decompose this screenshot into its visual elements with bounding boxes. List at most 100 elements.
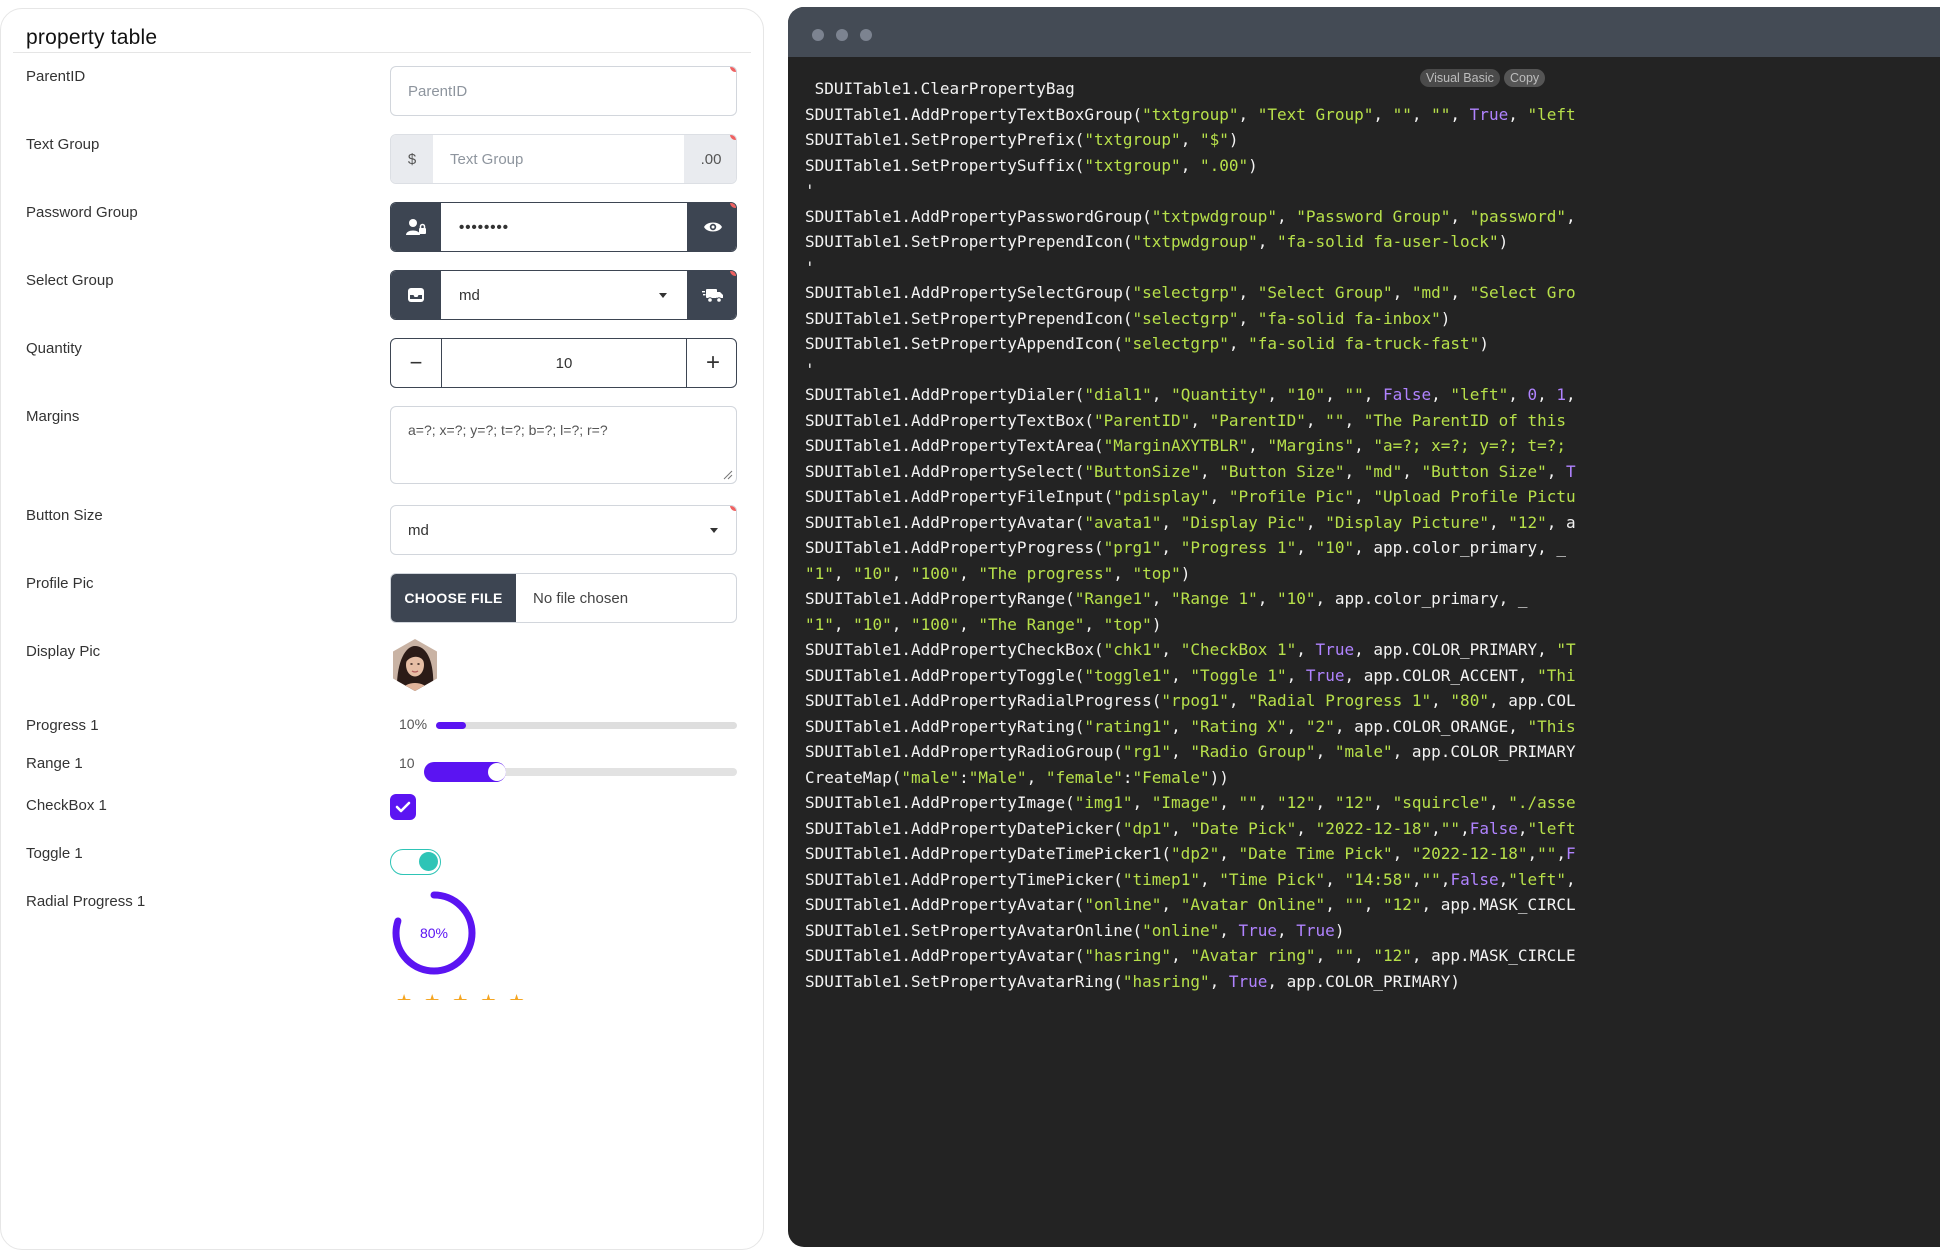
code-line: SDUITable1.SetPropertyAvatarOnline("onli… bbox=[805, 920, 1345, 940]
code-line: SDUITable1.AddPropertyCheckBox("chk1", "… bbox=[805, 640, 1576, 659]
code-line: SDUITable1.AddPropertyToggle("toggle1", … bbox=[805, 665, 1576, 685]
range-value: 10 bbox=[399, 755, 415, 771]
progress-label: Progress 1 bbox=[26, 717, 99, 734]
truck-fast-icon bbox=[687, 271, 736, 319]
text-group-input[interactable]: Text Group bbox=[433, 135, 684, 183]
code-line: SDUITable1.SetPropertyPrefix("txtgroup",… bbox=[805, 130, 1239, 149]
code-line: SDUITable1.AddPropertyPasswordGroup("txt… bbox=[805, 206, 1576, 226]
checkbox-label: CheckBox 1 bbox=[26, 797, 107, 814]
code-line: SDUITable1.AddPropertyTextArea("MarginAX… bbox=[805, 436, 1567, 455]
text-group-label: Text Group bbox=[26, 136, 100, 153]
code-line: SDUITable1.AddPropertyRadialProgress("rp… bbox=[805, 691, 1576, 710]
code-line: SDUITable1.AddPropertyImage("img1", "Ima… bbox=[805, 793, 1576, 812]
range-slider[interactable] bbox=[424, 762, 737, 782]
chevron-down-icon bbox=[710, 528, 718, 533]
toggle-switch[interactable] bbox=[390, 849, 441, 875]
parentid-input[interactable]: ParentID bbox=[390, 66, 737, 116]
text-group-placeholder: Text Group bbox=[450, 150, 524, 168]
progress-bar bbox=[436, 722, 737, 729]
text-group-prefix: $ bbox=[391, 135, 433, 183]
parentid-label: ParentID bbox=[26, 68, 86, 85]
quantity-value: 10 bbox=[555, 354, 573, 372]
code-line: SDUITable1.AddPropertyRating("rating1", … bbox=[805, 716, 1576, 736]
code-line: SDUITable1.ClearPropertyBag bbox=[805, 79, 1075, 98]
code-line: ' bbox=[805, 181, 815, 200]
select-group-dropdown[interactable]: md bbox=[441, 271, 687, 319]
password-value: •••••••• bbox=[459, 218, 510, 236]
margins-value: a=?; x=?; y=?; t=?; b=?; l=?; r=? bbox=[408, 422, 608, 438]
checkmark-icon bbox=[395, 801, 411, 813]
display-pic-label: Display Pic bbox=[26, 643, 101, 660]
password-group-field: •••••••• bbox=[390, 202, 737, 252]
code-line: SDUITable1.AddPropertyFileInput("pdispla… bbox=[805, 487, 1576, 506]
progress-fill bbox=[436, 722, 467, 729]
select-group-label: Select Group bbox=[26, 272, 114, 289]
code-line: SDUITable1.SetPropertyPrependIcon("selec… bbox=[805, 308, 1451, 328]
window-titlebar bbox=[788, 7, 1940, 57]
code-line: SDUITable1.AddPropertyTimePicker("timep1… bbox=[805, 869, 1576, 889]
quantity-input[interactable]: 10 bbox=[442, 339, 686, 387]
page-title: property table bbox=[26, 26, 158, 49]
select-group-value: md bbox=[459, 286, 480, 304]
file-status-text: No file chosen bbox=[533, 589, 629, 607]
inbox-icon bbox=[391, 271, 441, 319]
code-line: SDUITable1.AddPropertyDialer("dial1", "Q… bbox=[805, 385, 1576, 404]
code-line: SDUITable1.AddPropertyRange("Range1", "R… bbox=[805, 589, 1528, 608]
code-line: SDUITable1.AddPropertyTextBox("ParentID"… bbox=[805, 410, 1566, 430]
profile-pic-file-input: CHOOSE FILE No file chosen bbox=[390, 573, 737, 623]
code-line: ' bbox=[805, 257, 815, 277]
choose-file-button[interactable]: CHOOSE FILE bbox=[391, 574, 516, 622]
increment-button[interactable]: + bbox=[686, 339, 736, 387]
required-indicator bbox=[730, 506, 736, 511]
code-line: SDUITable1.AddPropertyAvatar("hasring", … bbox=[805, 946, 1576, 965]
radial-progress-label: Radial Progress 1 bbox=[26, 893, 146, 910]
code-line: CreateMap("male":"Male", "female":"Femal… bbox=[805, 767, 1229, 787]
text-group-field: $ Text Group .00 bbox=[390, 134, 737, 184]
parentid-placeholder: ParentID bbox=[408, 82, 468, 100]
window-dot bbox=[812, 29, 824, 41]
code-block: SDUITable1.ClearPropertyBag SDUITable1.Ad… bbox=[805, 76, 1576, 994]
code-line: SDUITable1.AddPropertyProgress("prg1", "… bbox=[805, 538, 1566, 557]
text-group-suffix: .00 bbox=[684, 135, 736, 183]
window-dot bbox=[836, 29, 848, 41]
toggle-label: Toggle 1 bbox=[26, 845, 83, 862]
required-indicator bbox=[730, 67, 736, 72]
password-input[interactable]: •••••••• bbox=[441, 203, 687, 251]
select-group-field: md bbox=[390, 270, 737, 320]
code-line: SDUITable1.AddPropertyAvatar("avata1", "… bbox=[805, 512, 1576, 532]
rating-stars[interactable]: ★★★★★ bbox=[396, 992, 537, 1000]
code-line: SDUITable1.AddPropertyDatePicker("dp1", … bbox=[805, 818, 1576, 838]
chevron-down-icon bbox=[659, 293, 667, 298]
code-line: SDUITable1.SetPropertyAppendIcon("select… bbox=[805, 334, 1489, 353]
code-line: ' bbox=[805, 359, 815, 379]
password-group-label: Password Group bbox=[26, 204, 138, 221]
progress-percent: 10% bbox=[399, 716, 428, 732]
code-line: SDUITable1.SetPropertyAvatarRing("hasrin… bbox=[805, 971, 1461, 991]
avatar bbox=[391, 638, 439, 692]
range-label: Range 1 bbox=[26, 755, 83, 772]
resize-handle-icon[interactable] bbox=[723, 470, 733, 480]
button-size-value: md bbox=[408, 521, 429, 539]
code-line: SDUITable1.AddPropertyAvatar("online", "… bbox=[805, 895, 1576, 914]
margins-label: Margins bbox=[26, 408, 80, 425]
code-line: SDUITable1.AddPropertySelect("ButtonSize… bbox=[805, 461, 1576, 481]
property-table-card: property table ParentID ParentID Text Gr… bbox=[0, 8, 764, 1250]
button-size-select[interactable]: md bbox=[390, 505, 737, 555]
profile-pic-label: Profile Pic bbox=[26, 575, 94, 592]
code-line: SDUITable1.AddPropertyTextBoxGroup("txtg… bbox=[805, 104, 1576, 124]
eye-icon[interactable] bbox=[687, 203, 736, 251]
title-divider bbox=[13, 52, 751, 53]
quantity-label: Quantity bbox=[26, 340, 82, 357]
toggle-knob bbox=[419, 852, 438, 871]
decrement-button[interactable]: − bbox=[391, 339, 442, 387]
code-line: "1", "10", "100", "The progress", "top") bbox=[805, 563, 1191, 583]
quantity-stepper: − 10 + bbox=[390, 338, 737, 388]
code-line: SDUITable1.AddPropertyRadioGroup("rg1", … bbox=[805, 742, 1576, 761]
code-panel: Visual Basic Copy SDUITable1.ClearProper… bbox=[788, 7, 1940, 1247]
code-line: "1", "10", "100", "The Range", "top") bbox=[805, 614, 1162, 634]
button-size-label: Button Size bbox=[26, 507, 103, 524]
checkbox[interactable] bbox=[390, 794, 416, 820]
code-line: SDUITable1.SetPropertySuffix("txtgroup",… bbox=[805, 155, 1258, 175]
code-line: SDUITable1.AddPropertySelectGroup("selec… bbox=[805, 283, 1576, 302]
margins-textarea[interactable]: a=?; x=?; y=?; t=?; b=?; l=?; r=? bbox=[390, 406, 737, 484]
